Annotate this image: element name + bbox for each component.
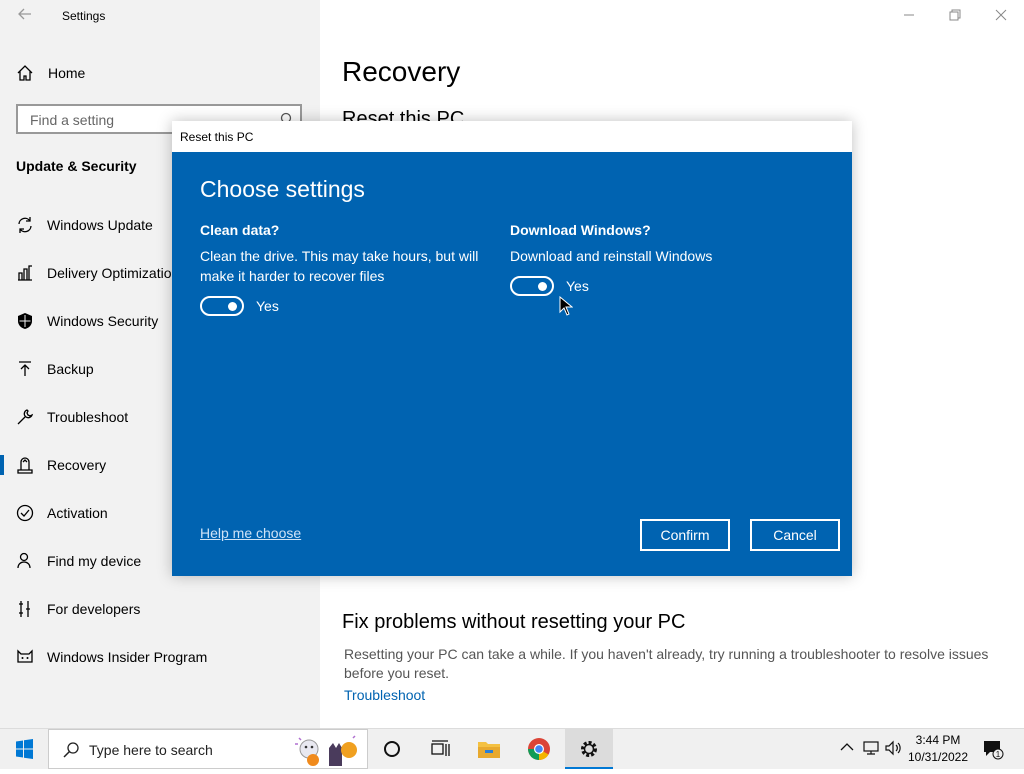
- file-explorer-button[interactable]: [465, 729, 513, 769]
- check-circle-icon: [16, 504, 34, 522]
- start-button[interactable]: [0, 729, 48, 769]
- download-windows-state: Yes: [566, 278, 589, 294]
- download-windows-heading: Download Windows?: [510, 222, 651, 238]
- person-pin-icon: [17, 552, 31, 569]
- clean-data-heading: Clean data?: [200, 222, 280, 238]
- taskbar-search-placeholder: Type here to search: [89, 742, 213, 758]
- sidebar-item-label: For developers: [47, 601, 141, 617]
- dialog-body: Choose settings Clean data? Clean the dr…: [172, 152, 852, 576]
- network-icon[interactable]: [862, 739, 880, 757]
- close-icon[interactable]: [981, 5, 1021, 27]
- download-windows-description: Download and reinstall Windows: [510, 248, 713, 264]
- backup-arrow-icon: [19, 361, 31, 376]
- chevron-up-icon[interactable]: [838, 739, 856, 757]
- sync-icon: [18, 217, 32, 233]
- clean-data-description: Clean the drive. This may take hours, bu…: [200, 248, 479, 284]
- back-arrow-icon[interactable]: [14, 6, 36, 26]
- taskbar-search-box[interactable]: Type here to search: [48, 729, 368, 769]
- shield-icon: [18, 313, 32, 329]
- sidebar-item-label: Windows Security: [47, 313, 159, 329]
- sidebar-item-home[interactable]: Home: [16, 62, 85, 84]
- windows-logo-icon: [16, 739, 33, 759]
- fix-problems-heading: Fix problems without resetting your PC: [342, 611, 686, 633]
- sidebar-item-for-developers[interactable]: For developers: [0, 589, 320, 629]
- home-icon: [17, 65, 33, 81]
- clean-data-option: Clean data? Clean the drive. This may ta…: [200, 222, 500, 316]
- fix-problems-description: Resetting your PC can take a while. If y…: [344, 646, 989, 681]
- download-windows-toggle[interactable]: [510, 276, 554, 296]
- sidebar-item-label: Troubleshoot: [47, 409, 129, 425]
- toggle-knob: [228, 302, 237, 311]
- section-title: Update & Security: [16, 158, 137, 174]
- volume-icon[interactable]: [884, 739, 902, 757]
- file-explorer-icon: [478, 742, 500, 758]
- cortana-button[interactable]: [368, 729, 416, 769]
- halloween-search-highlight-icon: [295, 735, 357, 766]
- sidebar-item-label: Find my device: [47, 553, 142, 569]
- task-view-icon: [431, 740, 450, 756]
- toggle-knob: [538, 282, 547, 291]
- recovery-icon: [17, 457, 33, 474]
- sidebar-item-label: Backup: [47, 361, 94, 377]
- settings-taskbar-button[interactable]: [565, 729, 613, 769]
- sidebar-item-label: Activation: [47, 505, 108, 521]
- help-me-choose-link[interactable]: Help me choose: [200, 525, 301, 541]
- troubleshoot-link[interactable]: Troubleshoot: [344, 687, 425, 703]
- notification-icon[interactable]: 1: [982, 738, 1004, 760]
- home-label: Home: [48, 65, 86, 81]
- chrome-button[interactable]: [515, 729, 563, 769]
- window-title: Settings: [62, 9, 106, 23]
- insider-cat-icon: [17, 649, 33, 663]
- task-view-button[interactable]: [416, 729, 464, 769]
- sidebar-item-label: Windows Update: [47, 217, 153, 233]
- taskbar: Type here to search 3:44 PM 10/31/2022 1: [0, 728, 1024, 769]
- clean-data-toggle[interactable]: [200, 296, 244, 316]
- page-title: Recovery: [342, 56, 461, 87]
- download-windows-option: Download Windows? Download and reinstall…: [510, 222, 810, 296]
- sidebar-item-label: Delivery Optimization: [47, 265, 180, 281]
- cortana-icon: [384, 741, 400, 757]
- restore-icon[interactable]: [935, 5, 975, 27]
- dialog-titlebar: Reset this PC: [172, 121, 852, 152]
- search-icon: [63, 742, 79, 758]
- sidebar-item-label: Windows Insider Program: [47, 649, 208, 665]
- settings-gear-icon: [581, 741, 597, 757]
- chrome-icon: [528, 738, 550, 760]
- clock-date[interactable]: 10/31/2022: [902, 750, 974, 764]
- clock-time[interactable]: 3:44 PM: [902, 733, 974, 747]
- sidebar-item-label: Recovery: [47, 457, 107, 473]
- dialog-title: Reset this PC: [180, 130, 254, 144]
- minimize-icon[interactable]: [889, 5, 929, 27]
- clean-data-state: Yes: [256, 298, 279, 314]
- cancel-button[interactable]: Cancel: [750, 519, 840, 551]
- wrench-icon: [17, 409, 34, 425]
- sidebar-item-windows-insider-program[interactable]: Windows Insider Program: [0, 637, 320, 677]
- confirm-button[interactable]: Confirm: [640, 519, 730, 551]
- developer-tools-icon: [19, 601, 30, 617]
- notification-count: 1: [996, 750, 1001, 759]
- reset-pc-dialog: Reset this PC Choose settings Clean data…: [172, 121, 852, 576]
- dialog-heading: Choose settings: [200, 176, 365, 202]
- delivery-optimization-icon: [18, 265, 32, 281]
- mouse-cursor-icon: [559, 296, 573, 316]
